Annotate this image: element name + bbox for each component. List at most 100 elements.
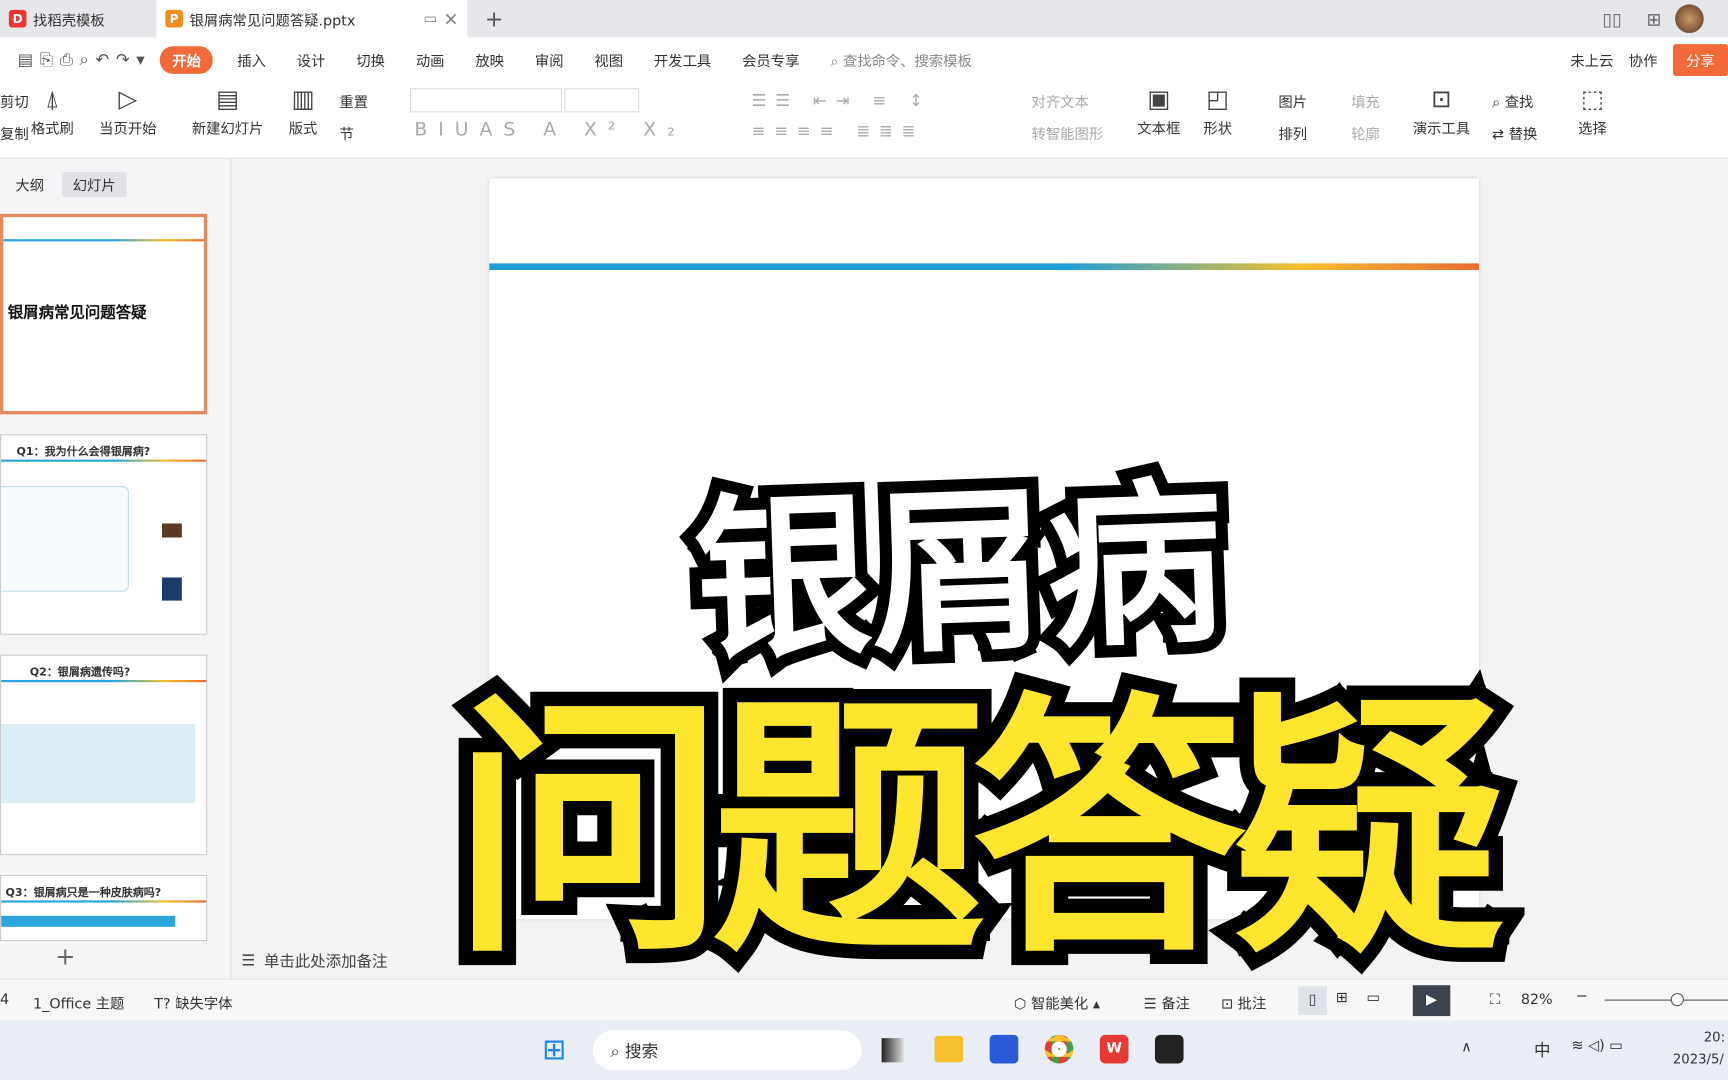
play-current-button[interactable]: ▷ 当页开始 <box>99 84 156 138</box>
slide-thumb-3[interactable]: Q2：银屑病遗传吗? <box>0 654 208 856</box>
add-slide-button[interactable]: + <box>55 943 75 971</box>
avatar[interactable] <box>1675 4 1704 34</box>
app-icon[interactable] <box>989 1034 1019 1064</box>
section-button[interactable]: 节 <box>339 122 353 144</box>
menu-slideshow[interactable]: 放映 <box>475 49 504 70</box>
font-size-select[interactable] <box>564 88 640 113</box>
new-slide-button[interactable]: ▤ 新建幻灯片 <box>192 84 264 138</box>
comment-button[interactable]: ⊡ 批注 <box>1221 992 1266 1013</box>
close-icon[interactable]: ✕ <box>444 8 459 29</box>
quick-access-icons[interactable]: ▤⎘⎙⌕↶↷▾ <box>18 50 152 70</box>
fit-icon[interactable]: ⛶ <box>1490 992 1500 1009</box>
slide-thumb-1[interactable]: 银屑病常见问题答疑 <box>0 213 208 415</box>
status-bar: 4 1_Office 主题 T? 缺失字体 ⬡ 智能美化 ▴ ☰ 备注 ⊡ 批注… <box>0 978 1728 1021</box>
label: 演示工具 <box>1412 121 1471 138</box>
menu-home[interactable]: 开始 <box>160 45 213 74</box>
tab-label: 银屑病常见问题答疑.pptx <box>189 12 356 30</box>
smart-shape-button[interactable]: 转智能图形 <box>1032 122 1104 144</box>
reading-view-icon[interactable]: ▭ <box>1367 990 1381 1007</box>
share-button[interactable]: 分享 <box>1672 43 1728 76</box>
chrome-icon[interactable] <box>1044 1034 1074 1064</box>
tab-label: 找稻壳模板 <box>33 12 105 30</box>
align-text-button[interactable]: 对齐文本 <box>1032 90 1089 112</box>
wifi-volume-battery-icons[interactable]: ≋ ◁) ▭ <box>1572 1038 1623 1055</box>
tab-docer[interactable]: D 找稻壳模板 <box>0 0 154 37</box>
list-icons[interactable]: ☰☰ ⇤⇥ ≡ ↕ <box>752 90 932 110</box>
present-tools-button[interactable]: ⊡ 演示工具 <box>1413 84 1470 138</box>
font-format-icons[interactable]: BIUAS A X² X₂ <box>414 119 685 141</box>
slide-number: 4 <box>0 991 10 1009</box>
cloud-status[interactable]: 未上云 <box>1570 49 1613 70</box>
wps-icon[interactable]: W <box>1099 1034 1129 1064</box>
theme-name[interactable]: 1_Office 主题 <box>33 992 124 1013</box>
textbox-button[interactable]: ▣ 文本框 <box>1137 84 1180 138</box>
thumb-title: 银屑病常见问题答疑 <box>7 304 147 322</box>
cut-button[interactable]: 剪切 <box>0 90 29 112</box>
zoom-slider-knob[interactable] <box>1670 992 1684 1007</box>
sorter-view-icon[interactable]: ⊞ <box>1336 990 1348 1007</box>
label: 智能美化 <box>1030 996 1089 1013</box>
task-view-icon[interactable] <box>881 1038 904 1063</box>
label: 替换 <box>1508 126 1538 144</box>
menu-transition[interactable]: 切换 <box>356 49 385 70</box>
layout-icon[interactable]: ▯▯ <box>1594 0 1631 37</box>
notes-icon: ☰ <box>241 952 256 970</box>
pin-icon[interactable]: ▭ <box>424 10 438 27</box>
clock-time[interactable]: 20: <box>1704 1029 1725 1044</box>
overlay-title-line2: 问题答疑 <box>438 672 1520 990</box>
tray-chevron-icon[interactable]: ∧ <box>1461 1039 1471 1056</box>
missing-font-button[interactable]: T? 缺失字体 <box>154 992 232 1013</box>
copy-button[interactable]: 复制 <box>0 122 29 144</box>
notes-toggle[interactable]: ☰ 备注 <box>1144 992 1190 1013</box>
tab-document[interactable]: P 银屑病常见问题答疑.pptx ▭ ✕ <box>156 0 468 38</box>
tab-slides[interactable]: 幻灯片 <box>61 171 127 198</box>
select-button[interactable]: ⬚ 选择 <box>1578 84 1607 138</box>
app-icon-2[interactable] <box>1154 1034 1184 1064</box>
collab-button[interactable]: 协作 <box>1629 49 1658 70</box>
highlight-bar <box>1 915 176 927</box>
arrange-button[interactable]: 排列 <box>1278 122 1307 144</box>
picture-button[interactable]: 图片 <box>1278 90 1307 112</box>
fill-button[interactable]: 填充 <box>1351 90 1380 112</box>
zoom-level[interactable]: 82% <box>1521 992 1553 1009</box>
tab-outline[interactable]: 大纲 <box>15 174 44 196</box>
zoom-slider[interactable] <box>1604 999 1728 1001</box>
label: 版式 <box>288 121 318 138</box>
font-name-select[interactable] <box>409 88 563 113</box>
new-slide-icon: ▤ <box>216 85 240 114</box>
beautify-button[interactable]: ⬡ 智能美化 ▴ <box>1014 992 1100 1013</box>
text-block <box>1 724 196 804</box>
windows-start-icon[interactable]: ⊞ <box>542 1034 566 1067</box>
format-painter-button[interactable]: ⍋ 格式刷 <box>31 84 74 138</box>
normal-view-icon[interactable]: ▯ <box>1298 986 1327 1015</box>
taskbar-search[interactable]: ⌕ 搜索 <box>592 1030 862 1071</box>
doctor-figure <box>161 523 182 601</box>
menu-insert[interactable]: 插入 <box>237 49 266 70</box>
file-explorer-icon[interactable] <box>934 1035 964 1063</box>
align-icons[interactable]: ≡≡≡≡ ≣≣≣ <box>752 121 925 141</box>
clock-date[interactable]: 2023/5/ <box>1673 1051 1724 1066</box>
slide-thumb-4[interactable]: Q3：银屑病只是一种皮肤病吗? <box>0 875 208 942</box>
shape-button[interactable]: ◰ 形状 <box>1203 84 1232 138</box>
slide-thumb-2[interactable]: Q1：我为什么会得银屑病? <box>0 434 208 635</box>
ime-indicator[interactable]: 中 <box>1534 1038 1551 1061</box>
reset-button[interactable]: 重置 <box>339 90 368 112</box>
zoom-out-button[interactable]: − <box>1576 989 1588 1006</box>
menu-animation[interactable]: 动画 <box>416 49 445 70</box>
menu-developer[interactable]: 开发工具 <box>654 49 711 70</box>
menu-review[interactable]: 审阅 <box>535 49 564 70</box>
outline-button[interactable]: 轮廓 <box>1351 122 1380 144</box>
command-search[interactable]: ⌕ 查找命令、搜索模板 <box>830 49 972 70</box>
layout-button[interactable]: ▥ 版式 <box>289 84 318 138</box>
taskbar: ⊞ ⌕ 搜索 W ∧ 中 ≋ ◁) ▭ 20: 2023/5/ <box>0 1020 1728 1080</box>
menu-bar: ▤⎘⎙⌕↶↷▾ 开始 插入 设计 切换 动画 放映 审阅 视图 开发工具 会员专… <box>0 37 1728 82</box>
new-tab-button[interactable]: + <box>476 0 512 37</box>
find-button[interactable]: ⌕ 查找 <box>1492 90 1533 112</box>
replace-button[interactable]: ⇄ 替换 <box>1492 122 1538 144</box>
play-button[interactable]: ▶ <box>1412 985 1451 1017</box>
menu-design[interactable]: 设计 <box>297 49 326 70</box>
thumb-title: Q1：我为什么会得银屑病? <box>16 446 151 459</box>
menu-member[interactable]: 会员专享 <box>742 49 799 70</box>
menu-view[interactable]: 视图 <box>594 49 623 70</box>
grid-icon[interactable]: ⊞ <box>1638 0 1670 37</box>
